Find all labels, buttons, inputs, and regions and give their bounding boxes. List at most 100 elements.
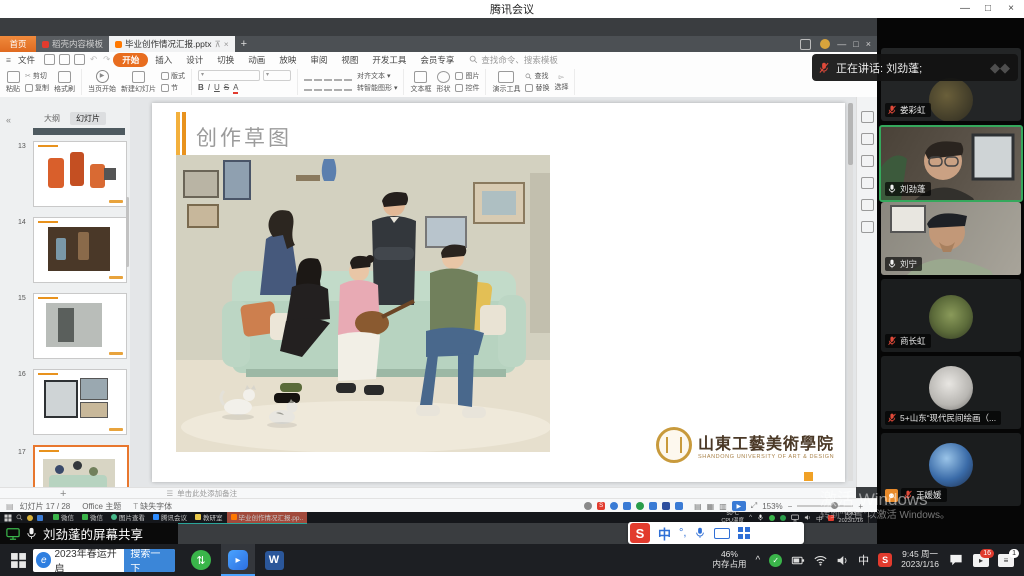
tray-wifi-icon[interactable] xyxy=(814,554,827,567)
numbering-icon[interactable] xyxy=(314,73,322,81)
underline-button[interactable]: U xyxy=(214,83,220,92)
new-slide-button[interactable]: 新建幻灯片 xyxy=(121,71,156,94)
notification-bubble-icon[interactable] xyxy=(948,553,964,568)
ime-keyboard-icon[interactable] xyxy=(714,528,730,539)
annotation-pen-icon[interactable] xyxy=(623,502,631,510)
play-current-button[interactable]: ▶当页开始 xyxy=(88,70,116,94)
participant-tile-speaking[interactable]: 刘劲蓬 xyxy=(879,125,1023,202)
tray-chevron-icon[interactable]: ^ xyxy=(755,555,760,566)
shared-task-folder[interactable]: 教研室 xyxy=(191,512,227,524)
comment-panel-icon[interactable] xyxy=(861,155,874,167)
shared-tray-mic-icon[interactable] xyxy=(757,514,764,521)
participant-tile[interactable]: 刘宁 xyxy=(881,202,1021,275)
animation-panel-icon[interactable] xyxy=(861,133,874,145)
copy-button[interactable]: 复制 xyxy=(25,83,49,93)
slideshow-play-button[interactable]: ▶ xyxy=(732,501,746,511)
meeting-alert-icon[interactable]: ▸ 16 xyxy=(973,554,989,567)
tab-slides[interactable]: 幻灯片 xyxy=(70,112,106,125)
annotation-move-icon[interactable] xyxy=(610,502,618,510)
slide-thumbnail-15[interactable] xyxy=(33,293,127,359)
align-center-icon[interactable] xyxy=(314,83,322,91)
layout-button[interactable]: 版式 xyxy=(161,71,185,81)
textbox-button[interactable]: 文本框 xyxy=(410,71,431,94)
annotation-grid-icon[interactable] xyxy=(675,502,683,510)
collapse-panel-icon[interactable]: « xyxy=(6,115,11,125)
shared-tray-speaker-icon[interactable] xyxy=(804,514,811,521)
taskbar-search-button[interactable]: 搜索一下 xyxy=(124,549,175,572)
clock[interactable]: 9:45 周一2023/1/16 xyxy=(901,550,939,570)
tab-close-icon[interactable]: × xyxy=(224,39,229,49)
wps-tab-docer[interactable]: 稻壳内容模板 xyxy=(36,36,109,52)
shared-task-meeting[interactable]: 腾讯会议 xyxy=(149,512,191,524)
menu-home[interactable]: 开始 xyxy=(113,53,148,67)
annotation-gear-icon[interactable] xyxy=(584,502,592,510)
wps-tab-document[interactable]: 毕业创作情况汇报.pptx ⊼ × xyxy=(109,36,235,52)
shared-start-icon[interactable] xyxy=(4,514,12,522)
print-icon[interactable] xyxy=(74,54,85,65)
taskbar-search[interactable]: e 2023年春运开启 搜索一下 xyxy=(33,549,175,572)
help-panel-icon[interactable] xyxy=(861,221,874,233)
sogou-overlay-icon[interactable]: S xyxy=(597,502,605,510)
strike-button[interactable]: S xyxy=(224,83,229,92)
layout-switch-icon[interactable] xyxy=(800,39,811,50)
paste-button[interactable]: 粘贴 xyxy=(6,71,20,94)
driver-tool-icon[interactable]: ⇅ xyxy=(191,550,211,570)
preview-icon[interactable] xyxy=(59,54,70,65)
menu-review[interactable]: 审阅 xyxy=(303,54,334,66)
view-normal-icon[interactable]: ▤ xyxy=(694,502,702,511)
taskbar-meeting-app[interactable]: ▸ xyxy=(221,544,255,576)
menu-animation[interactable]: 动画 xyxy=(241,54,272,66)
to-smartart-button[interactable]: 转智能图形 ▾ xyxy=(357,83,397,93)
tab-outline[interactable]: 大纲 xyxy=(38,112,66,125)
tray-speaker-icon[interactable] xyxy=(836,554,849,567)
shared-tray-monitor-icon[interactable] xyxy=(791,514,799,522)
slide-scrollbar[interactable] xyxy=(848,103,853,481)
view-read-icon[interactable]: ▥ xyxy=(719,502,727,511)
columns-icon[interactable] xyxy=(344,83,352,91)
font-size-select[interactable]: ▾ xyxy=(263,70,291,81)
tray-ime[interactable]: 中 xyxy=(858,552,869,568)
align-text-button[interactable]: 对齐文本 ▾ xyxy=(357,71,397,81)
indent-inc-icon[interactable] xyxy=(334,73,342,81)
redo-icon[interactable]: ↷ xyxy=(100,54,113,65)
annotation-download-icon[interactable] xyxy=(649,502,657,510)
props-panel-icon[interactable] xyxy=(861,111,874,123)
menu-slideshow[interactable]: 放映 xyxy=(272,54,303,66)
format-painter-button[interactable]: 格式刷 xyxy=(54,71,75,94)
ime-toolbox-icon[interactable] xyxy=(738,527,750,539)
align-right-icon[interactable] xyxy=(324,83,332,91)
panel-scrollbar[interactable] xyxy=(126,197,129,267)
shared-chrome-icon[interactable] xyxy=(27,515,33,521)
account-avatar[interactable] xyxy=(820,39,830,49)
section-button[interactable]: 节 xyxy=(161,83,185,93)
wps-close-icon[interactable]: × xyxy=(866,39,871,49)
wps-minimize-icon[interactable]: — xyxy=(837,39,846,49)
taskbar-search-text[interactable]: 2023年春运开启 xyxy=(54,549,124,572)
cut-button[interactable]: ✂剪切 xyxy=(25,71,49,81)
shared-search-icon[interactable] xyxy=(16,514,23,521)
picture-button[interactable]: 图片 xyxy=(455,71,479,81)
zoom-level[interactable]: 153% xyxy=(762,502,782,511)
undo-icon[interactable]: ↶ xyxy=(87,54,100,65)
present-tools-button[interactable]: 演示工具 xyxy=(492,71,520,94)
view-sorter-icon[interactable]: ▦ xyxy=(707,502,715,511)
ime-toolbar[interactable]: S 中 °, xyxy=(628,522,804,544)
control-button[interactable]: 控件 xyxy=(455,83,479,93)
minimize-icon[interactable]: — xyxy=(958,3,972,15)
start-button-icon[interactable] xyxy=(10,552,27,569)
thumbnail-12-partial[interactable] xyxy=(33,128,125,135)
indent-dec-icon[interactable] xyxy=(324,73,332,81)
shared-task-ppt[interactable]: 毕业创作情况汇报.pp.. xyxy=(227,512,308,524)
find-button[interactable]: 查找 xyxy=(525,71,549,81)
zoom-out-icon[interactable]: − xyxy=(788,502,793,511)
memory-widget[interactable]: 46%内存占用 xyxy=(712,550,746,570)
shared-task-wechat2[interactable]: 微信 xyxy=(78,512,107,524)
tray-sogou-icon[interactable]: S xyxy=(878,553,892,567)
close-icon[interactable]: × xyxy=(1004,3,1018,15)
slide-thumbnail-13[interactable] xyxy=(33,141,127,207)
shared-tray-green1-icon[interactable] xyxy=(769,515,775,521)
slide-thumbnail-14[interactable] xyxy=(33,217,127,283)
bullets-icon[interactable] xyxy=(304,73,312,81)
screen-share-indicator[interactable]: 刘劲蓬的屏幕共享 xyxy=(0,523,178,544)
wps-restore-icon[interactable]: □ xyxy=(853,39,858,49)
